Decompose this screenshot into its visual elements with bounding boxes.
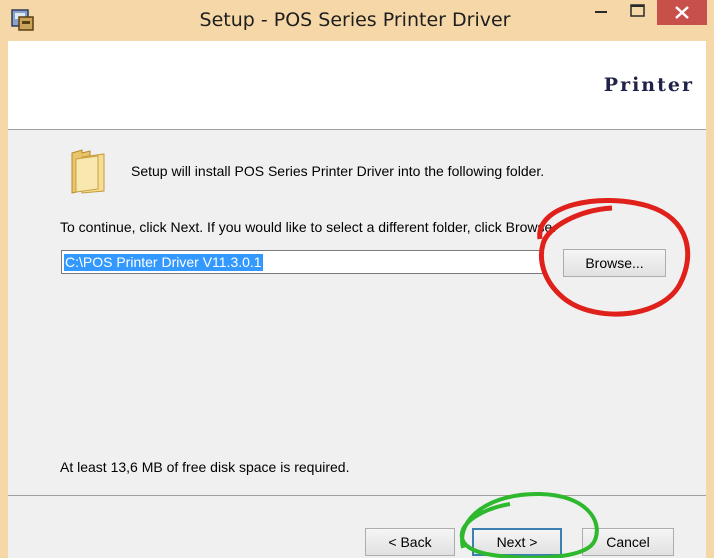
next-button[interactable]: Next > <box>472 528 562 556</box>
instruction-text: To continue, click Next. If you would li… <box>60 219 557 235</box>
destination-path-input[interactable]: C:\POS Printer Driver V11.3.0.1 <box>61 250 543 274</box>
maximize-icon[interactable] <box>620 0 654 24</box>
window-title: Setup - POS Series Printer Driver <box>199 9 511 31</box>
destination-path-value: C:\POS Printer Driver V11.3.0.1 <box>64 254 263 271</box>
folder-icon <box>71 149 105 194</box>
title-bar[interactable]: Setup - POS Series Printer Driver <box>0 0 714 40</box>
intro-text: Setup will install POS Series Printer Dr… <box>131 163 545 179</box>
brand-logo-text: Printer <box>603 74 694 96</box>
wizard-header: Printer <box>8 41 706 130</box>
minimize-icon[interactable] <box>584 0 618 24</box>
close-icon[interactable] <box>657 0 707 25</box>
browse-button[interactable]: Browse... <box>563 249 666 277</box>
setup-window: Setup - POS Series Printer Driver Printe… <box>0 0 714 558</box>
cancel-button[interactable]: Cancel <box>582 528 674 556</box>
disk-space-text: At least 13,6 MB of free disk space is r… <box>60 459 350 475</box>
back-button[interactable]: < Back <box>365 528 455 556</box>
footer-divider <box>8 495 706 496</box>
app-setup-icon[interactable] <box>10 7 36 33</box>
setup-content: Printer Setup will install POS Series Pr… <box>8 41 706 558</box>
